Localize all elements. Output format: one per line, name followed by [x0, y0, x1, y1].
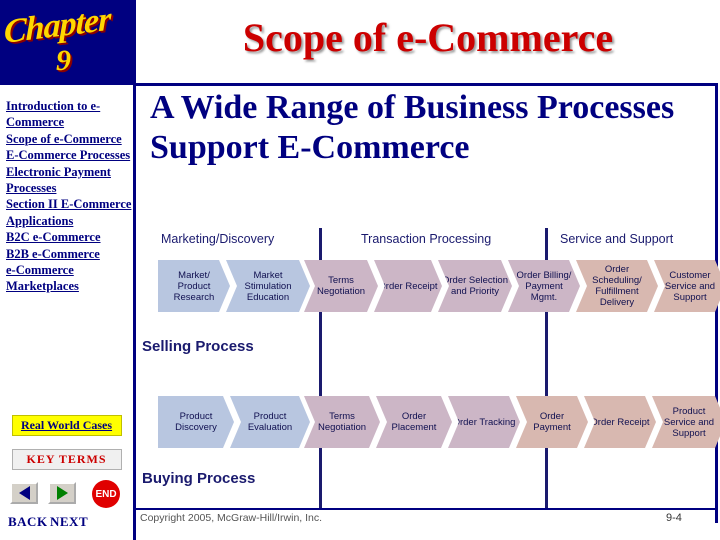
buying-step-2-label: Product Evaluation [247, 411, 293, 433]
selling-step-2[interactable]: Market Stimulation Education [226, 260, 310, 312]
nav-button-row: END [0, 480, 133, 508]
next-label: NEXT [50, 514, 89, 529]
selling-step-8-label: Customer Service and Support [664, 269, 716, 303]
slide-number: 9-4 [666, 512, 682, 524]
title-divider [136, 83, 718, 86]
selling-step-7[interactable]: Order Scheduling/ Fulfillment Delivery [576, 260, 658, 312]
slide-canvas: Chapter 9 Introduction to e-Commerce Sco… [0, 0, 720, 540]
nav-label-row: BACK NEXT [0, 514, 133, 532]
selling-step-5[interactable]: Order Selection and Priority [438, 260, 512, 312]
sidebar-item-introduction[interactable]: Introduction to e-Commerce [6, 98, 132, 131]
back-button[interactable] [10, 482, 38, 504]
selling-step-4[interactable]: Order Receipt [374, 260, 442, 312]
end-button[interactable]: END [92, 480, 120, 508]
selling-step-3-label: Terms Negotiation [316, 275, 366, 297]
sidebar-item-b2c[interactable]: B2C e-Commerce [6, 229, 132, 245]
selling-step-7-label: Order Scheduling/ Fulfillment Delivery [592, 264, 642, 308]
buying-step-4-label: Order Placement [391, 411, 437, 433]
buying-step-7[interactable]: Order Receipt [584, 396, 656, 448]
buying-step-4[interactable]: Order Placement [376, 396, 452, 448]
sidebar: Chapter 9 Introduction to e-Commerce Sco… [0, 0, 136, 540]
buying-step-6-label: Order Payment [533, 411, 571, 433]
chapter-banner: Chapter 9 [0, 0, 133, 85]
buying-step-5[interactable]: Order Tracking [448, 396, 520, 448]
phase-label-marketing: Marketing/Discovery [161, 232, 275, 246]
buying-step-7-label: Order Receipt [590, 416, 650, 428]
sidebar-item-scope[interactable]: Scope of e-Commerce [6, 131, 132, 147]
sidebar-item-b2b[interactable]: B2B e-Commerce [6, 246, 132, 262]
buying-step-2[interactable]: Product Evaluation [230, 396, 310, 448]
sidebar-item-processes[interactable]: E-Commerce Processes [6, 147, 132, 163]
copyright-text: Copyright 2005, McGraw-Hill/Irwin, Inc. [140, 512, 323, 524]
selling-step-6-label: Order Billing/ Payment Mgmt. [516, 269, 572, 303]
footer-divider [136, 508, 718, 510]
phase-label-service: Service and Support [560, 232, 674, 246]
phase-label-transaction: Transaction Processing [361, 232, 492, 246]
sidebar-item-marketplaces[interactable]: e-Commerce Marketplaces [6, 262, 132, 295]
real-world-cases-link[interactable]: Real World Cases [11, 415, 122, 436]
buying-step-8[interactable]: Product Service and Support [652, 396, 720, 448]
selling-step-1[interactable]: Market/ Product Research [158, 260, 230, 312]
buying-step-3-label: Terms Negotiation [317, 411, 367, 433]
arrow-left-icon [18, 486, 30, 500]
sidebar-footer-nav: Real World Cases KEY TERMS END BACK NEXT [0, 415, 133, 532]
headline: A Wide Range of Business Processes Suppo… [150, 89, 675, 166]
back-label: BACK [8, 514, 48, 529]
buying-step-6[interactable]: Order Payment [516, 396, 588, 448]
selling-step-6[interactable]: Order Billing/ Payment Mgmt. [508, 260, 580, 312]
buying-step-8-label: Product Service and Support [663, 405, 715, 439]
selling-step-1-label: Market/ Product Research [173, 269, 215, 303]
buying-step-3[interactable]: Terms Negotiation [304, 396, 380, 448]
sidebar-item-applications[interactable]: Section II E-Commerce Applications [6, 196, 132, 229]
selling-process-label: Selling Process [142, 338, 254, 355]
buying-process-label: Buying Process [142, 470, 256, 487]
arrow-right-icon [56, 486, 68, 500]
buying-step-1[interactable]: Product Discovery [158, 396, 234, 448]
buying-step-5-label: Order Tracking [452, 416, 516, 428]
chapter-number: 9 [56, 44, 71, 77]
selling-step-3[interactable]: Terms Negotiation [304, 260, 378, 312]
selling-step-2-label: Market Stimulation Education [244, 269, 292, 303]
key-terms-button[interactable]: KEY TERMS [11, 449, 122, 470]
process-diagram: Marketing/Discovery Transaction Processi… [136, 228, 716, 508]
selling-step-4-label: Order Receipt [378, 280, 438, 292]
page-title: Scope of e-Commerce [242, 15, 614, 60]
selling-step-5-label: Order Selection and Priority [442, 275, 509, 297]
next-button[interactable] [48, 482, 76, 504]
selling-step-8[interactable]: Customer Service and Support [654, 260, 720, 312]
table-of-contents: Introduction to e-Commerce Scope of e-Co… [6, 98, 132, 295]
sidebar-item-payment[interactable]: Electronic Payment Processes [6, 164, 132, 197]
buying-step-1-label: Product Discovery [175, 411, 217, 433]
